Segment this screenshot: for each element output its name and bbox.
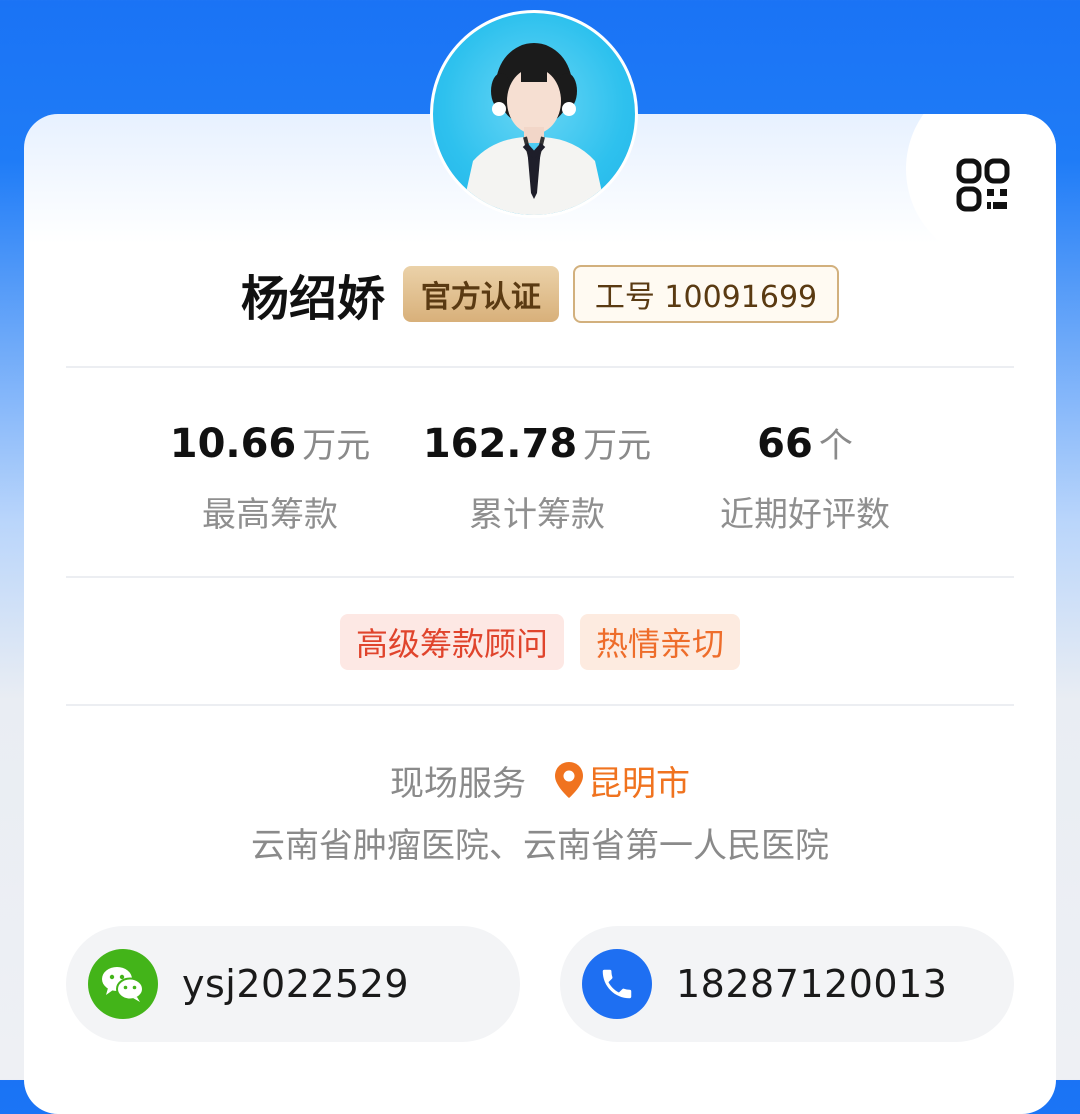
phone-icon: [582, 949, 652, 1019]
stat-label: 累计筹款: [469, 495, 605, 535]
avatar: [430, 10, 638, 218]
official-badge: 官方认证: [402, 266, 559, 322]
location-pin-icon: [555, 762, 583, 798]
wechat-icon: [88, 949, 158, 1019]
tag-senior-advisor: 高级筹款顾问: [339, 614, 564, 670]
stat-label: 近期好评数: [720, 495, 890, 535]
wechat-id: ysj2022529: [182, 962, 410, 1006]
phone-contact[interactable]: 18287120013: [560, 926, 1014, 1042]
stat-value: 162.78: [422, 421, 578, 467]
stat-unit: 万元: [302, 426, 371, 466]
name-row: 杨绍娇 官方认证 工号 10091699: [0, 262, 1080, 327]
qr-code-icon[interactable]: [956, 158, 1012, 214]
tag-list: 高级筹款顾问 热情亲切: [0, 614, 1080, 670]
service-label: 现场服务: [390, 763, 526, 804]
advisor-name: 杨绍娇: [240, 271, 385, 327]
tag-friendly: 热情亲切: [580, 614, 741, 670]
wechat-contact[interactable]: ysj2022529: [66, 926, 520, 1042]
divider: [66, 704, 1014, 706]
stat-max-fundraise: 10.66 万元 最高筹款: [140, 418, 400, 536]
service-hospitals: 云南省肿瘤医院、云南省第一人民医院: [251, 826, 829, 866]
stat-value: 66: [757, 421, 813, 467]
service-row: 现场服务 昆明市: [0, 752, 1080, 808]
stat-total-fundraise: 162.78 万元 累计筹款: [402, 418, 672, 536]
stat-label: 最高筹款: [202, 495, 338, 535]
phone-number: 18287120013: [676, 962, 948, 1006]
stat-value: 10.66: [169, 421, 297, 467]
stat-unit: 个: [818, 426, 853, 466]
stat-recent-reviews: 66 个 近期好评数: [680, 418, 930, 536]
service-city: 昆明市: [588, 763, 690, 804]
employee-id-badge: 工号 10091699: [572, 265, 840, 323]
divider: [66, 366, 1014, 368]
divider: [66, 576, 1014, 578]
stat-unit: 万元: [583, 426, 652, 466]
